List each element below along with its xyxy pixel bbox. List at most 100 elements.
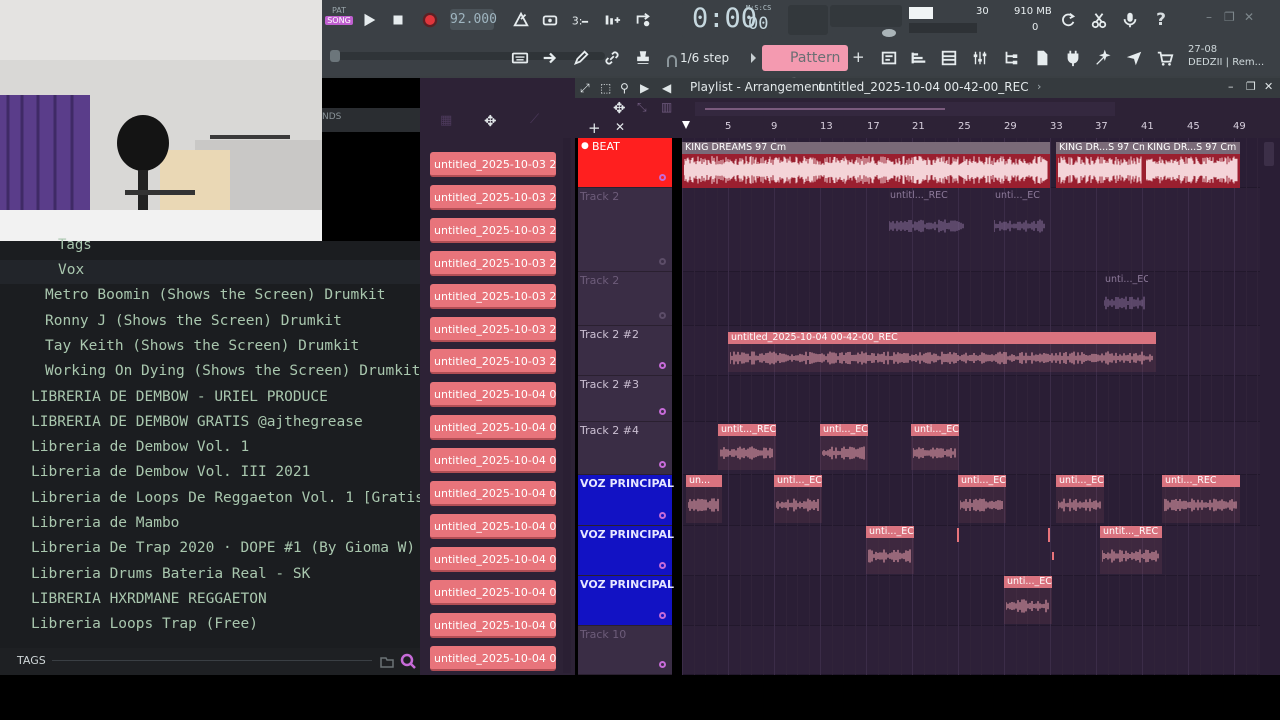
- track-mute-led[interactable]: [659, 362, 666, 369]
- minimize-icon[interactable]: –: [1206, 10, 1212, 24]
- search-icon[interactable]: [400, 653, 416, 669]
- track-header[interactable]: Track 10: [578, 626, 672, 675]
- grid-icon[interactable]: ▦: [440, 113, 452, 128]
- clip-source-button[interactable]: untitled_2025-10-03 23-...: [430, 316, 556, 342]
- shop-button[interactable]: [1152, 45, 1178, 71]
- record-button[interactable]: [417, 7, 443, 33]
- browser-item[interactable]: Vox: [58, 262, 84, 286]
- select-icon[interactable]: ⬚: [600, 81, 611, 95]
- piano-roll-window-button[interactable]: [906, 45, 932, 71]
- project-file-button[interactable]: [1029, 45, 1055, 71]
- record-arm-icon[interactable]: ●: [581, 141, 589, 151]
- browser-item[interactable]: Libreria De Trap 2020 · DOPE #1 (By Giom…: [31, 540, 415, 564]
- audio-clip[interactable]: un...: [686, 475, 722, 523]
- line-icon[interactable]: ⟋: [530, 112, 539, 127]
- audio-clip[interactable]: unti..._EC: [1056, 475, 1104, 523]
- browser-item[interactable]: Working On Dying (Shows the Screen) Drum…: [45, 363, 420, 387]
- playlist-vertical-scrollbar[interactable]: [1260, 138, 1280, 675]
- browser-item[interactable]: Libreria Loops Trap (Free): [31, 616, 258, 640]
- track-mute-led[interactable]: [659, 408, 666, 415]
- clip-source-button[interactable]: untitled_2025-10-04 00-...: [430, 612, 556, 638]
- plugin-picker-button[interactable]: [1060, 45, 1086, 71]
- track-header[interactable]: Track 2: [578, 188, 672, 272]
- move-icon[interactable]: ✥: [484, 112, 497, 130]
- browser-item[interactable]: Libreria de Loops De Reggaeton Vol. 1 [G…: [31, 490, 433, 514]
- browser-item[interactable]: Libreria de Dembow Vol. 1: [31, 439, 249, 463]
- track-mute-led[interactable]: [659, 258, 666, 265]
- playhead-marker[interactable]: [682, 121, 690, 129]
- audio-clip[interactable]: untitl..._REC: [887, 190, 967, 250]
- clip-source-button[interactable]: untitled_2025-10-04 00-...: [430, 513, 556, 539]
- playlist-maximize-icon[interactable]: ❐: [1246, 80, 1256, 93]
- clip-source-button[interactable]: untitled_2025-10-03 23-...: [430, 349, 556, 375]
- slider-handle[interactable]: [330, 50, 340, 62]
- restore-icon[interactable]: ❐: [1224, 10, 1235, 24]
- track-mute-led[interactable]: [659, 174, 666, 181]
- clip-source-button[interactable]: untitled_2025-10-03 23-...: [430, 250, 556, 276]
- playback-icon[interactable]: ▶: [640, 81, 649, 95]
- countdown-button[interactable]: 3:: [567, 7, 593, 33]
- browser-item[interactable]: Libreria de Mambo: [31, 515, 179, 539]
- track-lane[interactable]: [682, 272, 1260, 326]
- step-edit-button[interactable]: [599, 7, 625, 33]
- move-tool-icon[interactable]: ✥: [613, 99, 626, 117]
- audio-clip[interactable]: KING DR...S 97 Cm: [1144, 142, 1240, 188]
- help-button[interactable]: ?: [1148, 7, 1174, 33]
- link-button[interactable]: [599, 45, 625, 71]
- pat-song-toggle[interactable]: PAT SONG: [325, 6, 353, 34]
- pattern-selector[interactable]: Pattern 1: [762, 45, 848, 92]
- bars-tool-icon[interactable]: ▥: [661, 100, 672, 114]
- playlist-close-icon[interactable]: ✕: [1264, 80, 1273, 93]
- pencil-tool-button[interactable]: [568, 45, 594, 71]
- audio-clip[interactable]: unti..._EC: [1004, 576, 1052, 624]
- clip-source-button[interactable]: untitled_2025-10-04 00-...: [430, 415, 556, 441]
- track-header[interactable]: Track 2 #2: [578, 326, 672, 376]
- track-lane[interactable]: [682, 576, 1260, 626]
- mixer-window-button[interactable]: [967, 45, 993, 71]
- undo-history-button[interactable]: [1055, 7, 1081, 33]
- mic-button[interactable]: [1117, 7, 1143, 33]
- news-hint[interactable]: 27-08 DEDZII | Rem...: [1188, 43, 1278, 73]
- track-mute-led[interactable]: [659, 562, 666, 569]
- wait-input-button[interactable]: [537, 7, 563, 33]
- browser-window-button[interactable]: [998, 45, 1024, 71]
- audio-clip[interactable]: unti..._REC: [1162, 475, 1240, 523]
- clip-fragment[interactable]: [1052, 552, 1054, 560]
- track-header[interactable]: Track 2 #4: [578, 422, 672, 475]
- speaker-button[interactable]: [1121, 45, 1147, 71]
- track-lane[interactable]: [682, 526, 1260, 576]
- track-mute-led[interactable]: [659, 461, 666, 468]
- clip-source-button[interactable]: untitled_2025-10-03 23-...: [430, 184, 556, 210]
- playlist-window-button[interactable]: [876, 45, 902, 71]
- time-display[interactable]: 0:00 00 M:S:CS: [682, 2, 772, 38]
- metronome-button[interactable]: [508, 7, 534, 33]
- playlist-minimize-icon[interactable]: –: [1228, 80, 1234, 93]
- clip-list-scrollbar[interactable]: [563, 138, 571, 673]
- clip-source-button[interactable]: untitled_2025-10-04 00-...: [430, 579, 556, 605]
- cut-tool-button[interactable]: [1086, 7, 1112, 33]
- browser-item[interactable]: LIBRERIA DE DEMBOW GRATIS @ajthegrease: [31, 414, 363, 438]
- clip-fragment[interactable]: [1048, 528, 1050, 542]
- remove-track-icon[interactable]: ✕: [615, 120, 625, 134]
- clip-source-button[interactable]: untitled_2025-10-04 00-...: [430, 448, 556, 474]
- zoom-icon[interactable]: ⚲: [620, 81, 629, 95]
- browser-item[interactable]: Tay Keith (Shows the Screen) Drumkit: [45, 338, 359, 362]
- track-mute-led[interactable]: [659, 661, 666, 668]
- track-lane[interactable]: [682, 626, 1260, 675]
- close-icon[interactable]: ✕: [1244, 10, 1254, 24]
- audio-clip[interactable]: untitled_2025-10-04 00-42-00_REC: [728, 332, 1156, 372]
- clip-source-button[interactable]: untitled_2025-10-03 23-...: [430, 152, 556, 177]
- snap-magnet-icon[interactable]: [667, 52, 677, 67]
- audio-clip[interactable]: untit..._REC: [718, 424, 776, 470]
- master-volume-knob[interactable]: [878, 24, 900, 37]
- clip-source-button[interactable]: untitled_2025-10-03 23-...: [430, 217, 556, 243]
- snap-step-selector[interactable]: 1/6 step: [680, 48, 744, 68]
- audio-clip[interactable]: unti..._EC: [866, 526, 914, 574]
- track-mute-led[interactable]: [659, 512, 666, 519]
- stop-button[interactable]: [385, 7, 411, 33]
- song-position-slider[interactable]: [330, 50, 605, 62]
- folder-icon[interactable]: [380, 654, 394, 668]
- resize-tool-icon[interactable]: ⤡: [637, 100, 647, 115]
- pattern-prev-arrow[interactable]: [748, 50, 758, 66]
- clip-source-button[interactable]: untitled_2025-10-04 00-...: [430, 382, 556, 408]
